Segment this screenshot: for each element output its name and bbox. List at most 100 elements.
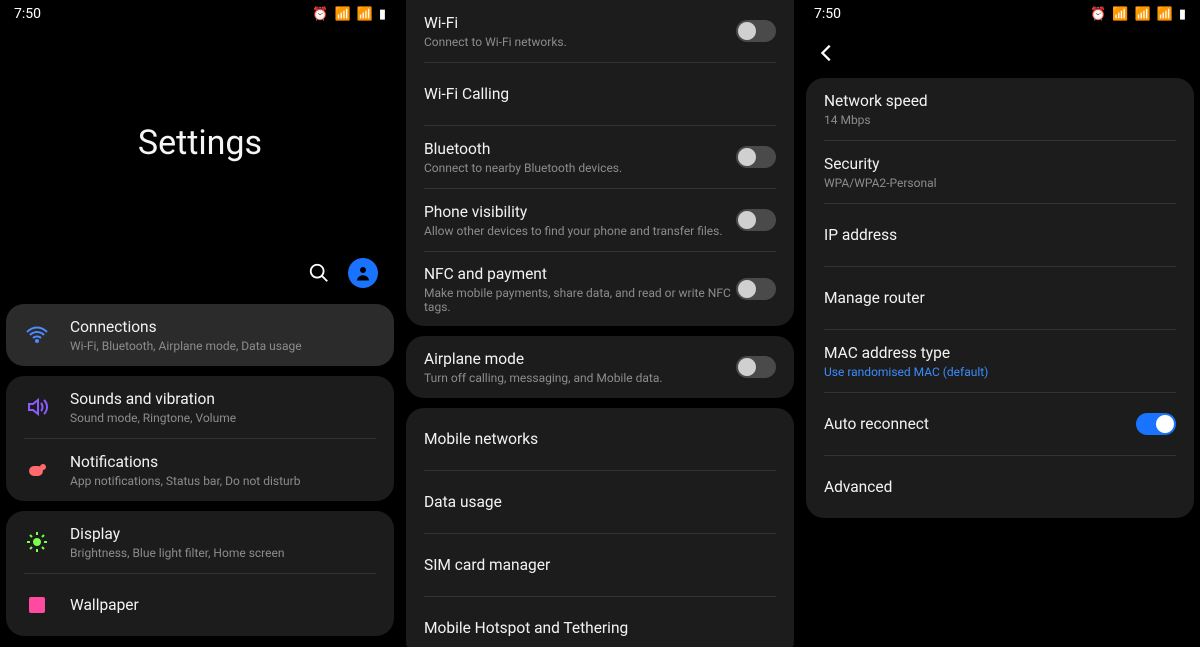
row-text: Display Brightness, Blue light filter, H… xyxy=(70,524,376,560)
conn-item-mobile-networks[interactable]: Mobile networks xyxy=(406,408,794,470)
airplane-toggle[interactable] xyxy=(736,356,776,378)
row-sub: App notifications, Status bar, Do not di… xyxy=(70,474,376,488)
row-text: Wi-Fi Connect to Wi-Fi networks. xyxy=(424,13,736,49)
conn-item-hotspot[interactable]: Mobile Hotspot and Tethering xyxy=(406,597,794,647)
wallpaper-icon xyxy=(24,592,50,618)
status-time: 7:50 xyxy=(14,6,41,22)
signal-icon: 📶 xyxy=(1134,7,1150,22)
alarm-icon: ⏰ xyxy=(312,7,328,22)
row-title: Sounds and vibration xyxy=(70,389,376,409)
net-item-advanced[interactable]: Advanced xyxy=(806,456,1194,518)
status-bar: 7:50 ⏰ 📶 📶 📶 ▮ xyxy=(800,0,1200,28)
settings-item-notifications[interactable]: Notifications App notifications, Status … xyxy=(6,439,394,501)
net-item-ip[interactable]: IP address xyxy=(806,204,1194,266)
network-group: Network speed 14 Mbps Security WPA/WPA2-… xyxy=(806,78,1194,518)
row-title: Advanced xyxy=(824,477,1176,497)
net-item-speed[interactable]: Network speed 14 Mbps xyxy=(806,78,1194,140)
conn-group-3: Mobile networks Data usage SIM card mana… xyxy=(406,408,794,647)
net-item-security[interactable]: Security WPA/WPA2-Personal xyxy=(806,141,1194,203)
row-title: Connections xyxy=(70,317,376,337)
row-title: MAC address type xyxy=(824,343,1176,363)
back-row xyxy=(800,28,1200,78)
chevron-left-icon xyxy=(816,42,838,64)
row-title: Display xyxy=(70,524,376,544)
row-text: Sounds and vibration Sound mode, Rington… xyxy=(70,389,376,425)
conn-item-data-usage[interactable]: Data usage xyxy=(406,471,794,533)
settings-group-below: Sounds and vibration Sound mode, Rington… xyxy=(6,376,394,501)
conn-item-nfc[interactable]: NFC and payment Make mobile payments, sh… xyxy=(406,252,794,326)
connections-scroll[interactable]: Wi-Fi Connect to Wi-Fi networks. Wi-Fi C… xyxy=(400,0,800,647)
settings-group-display: Display Brightness, Blue light filter, H… xyxy=(6,511,394,636)
conn-item-sim-manager[interactable]: SIM card manager xyxy=(406,534,794,596)
action-row xyxy=(0,258,400,304)
conn-group-1: Wi-Fi Connect to Wi-Fi networks. Wi-Fi C… xyxy=(406,0,794,326)
conn-item-airplane[interactable]: Airplane mode Turn off calling, messagin… xyxy=(406,336,794,398)
person-icon xyxy=(354,264,372,282)
network-detail-content: Network speed 14 Mbps Security WPA/WPA2-… xyxy=(800,78,1200,647)
row-sub: Turn off calling, messaging, and Mobile … xyxy=(424,371,736,385)
visibility-toggle[interactable] xyxy=(736,209,776,231)
settings-item-display[interactable]: Display Brightness, Blue light filter, H… xyxy=(6,511,394,573)
row-title: Mobile networks xyxy=(424,429,776,449)
row-text: Wallpaper xyxy=(70,595,376,615)
row-sub: Use randomised MAC (default) xyxy=(824,365,1176,379)
row-sub: Allow other devices to find your phone a… xyxy=(424,224,736,238)
row-title: Mobile Hotspot and Tethering xyxy=(424,618,776,638)
row-text: Wi-Fi Calling xyxy=(424,84,776,104)
search-icon xyxy=(308,262,330,284)
row-sub: Brightness, Blue light filter, Home scre… xyxy=(70,546,376,560)
row-title: Auto reconnect xyxy=(824,414,1136,434)
conn-group-2: Airplane mode Turn off calling, messagin… xyxy=(406,336,794,398)
row-sub: Wi-Fi, Bluetooth, Airplane mode, Data us… xyxy=(70,339,376,353)
notification-icon xyxy=(24,457,50,483)
conn-item-wifi-calling[interactable]: Wi-Fi Calling xyxy=(406,63,794,125)
battery-icon: ▮ xyxy=(1179,7,1186,22)
row-title: NFC and payment xyxy=(424,264,736,284)
settings-item-wallpaper[interactable]: Wallpaper xyxy=(6,574,394,636)
row-title: Wi-Fi Calling xyxy=(424,84,776,104)
settings-item-sounds[interactable]: Sounds and vibration Sound mode, Rington… xyxy=(6,376,394,438)
conn-item-visibility[interactable]: Phone visibility Allow other devices to … xyxy=(406,189,794,251)
row-title: Phone visibility xyxy=(424,202,736,222)
profile-avatar[interactable] xyxy=(348,258,378,288)
row-text: NFC and payment Make mobile payments, sh… xyxy=(424,264,736,314)
battery-icon: ▮ xyxy=(379,7,386,22)
net-item-mac[interactable]: MAC address type Use randomised MAC (def… xyxy=(806,330,1194,392)
row-title: Wallpaper xyxy=(70,595,376,615)
row-text: Connections Wi-Fi, Bluetooth, Airplane m… xyxy=(70,317,376,353)
row-title: Bluetooth xyxy=(424,139,736,159)
wifi-toggle[interactable] xyxy=(736,20,776,42)
row-title: Network speed xyxy=(824,91,1176,111)
bluetooth-toggle[interactable] xyxy=(736,146,776,168)
page-title: Settings xyxy=(138,123,262,163)
sound-icon xyxy=(24,394,50,420)
back-button[interactable] xyxy=(816,49,838,68)
conn-item-bluetooth[interactable]: Bluetooth Connect to nearby Bluetooth de… xyxy=(406,126,794,188)
row-text: Phone visibility Allow other devices to … xyxy=(424,202,736,238)
auto-reconnect-toggle[interactable] xyxy=(1136,413,1176,435)
row-title: Notifications xyxy=(70,452,376,472)
settings-item-connections[interactable]: Connections Wi-Fi, Bluetooth, Airplane m… xyxy=(6,304,394,366)
status-time: 7:50 xyxy=(814,6,841,22)
signal-icon: 📶 xyxy=(1157,7,1173,22)
status-bar: 7:50 ⏰ 📶 📶 ▮ xyxy=(0,0,400,28)
net-item-auto-reconnect[interactable]: Auto reconnect xyxy=(806,393,1194,455)
row-title: Data usage xyxy=(424,492,776,512)
signal-icon: 📶 xyxy=(334,7,350,22)
conn-item-wifi[interactable]: Wi-Fi Connect to Wi-Fi networks. xyxy=(406,0,794,62)
status-icons: ⏰ 📶 📶 📶 ▮ xyxy=(1090,7,1186,22)
row-title: Wi-Fi xyxy=(424,13,736,33)
row-sub: 14 Mbps xyxy=(824,113,1176,127)
display-icon xyxy=(24,529,50,555)
row-title: Manage router xyxy=(824,288,1176,308)
search-button[interactable] xyxy=(308,262,330,284)
row-text: Airplane mode Turn off calling, messagin… xyxy=(424,349,736,385)
settings-group-connections: Connections Wi-Fi, Bluetooth, Airplane m… xyxy=(6,304,394,366)
net-item-router[interactable]: Manage router xyxy=(806,267,1194,329)
row-sub: WPA/WPA2-Personal xyxy=(824,176,1176,190)
row-text: Bluetooth Connect to nearby Bluetooth de… xyxy=(424,139,736,175)
nfc-toggle[interactable] xyxy=(736,278,776,300)
wifi-status-icon: 📶 xyxy=(1112,7,1128,22)
row-sub: Connect to nearby Bluetooth devices. xyxy=(424,161,736,175)
row-sub: Connect to Wi-Fi networks. xyxy=(424,35,736,49)
